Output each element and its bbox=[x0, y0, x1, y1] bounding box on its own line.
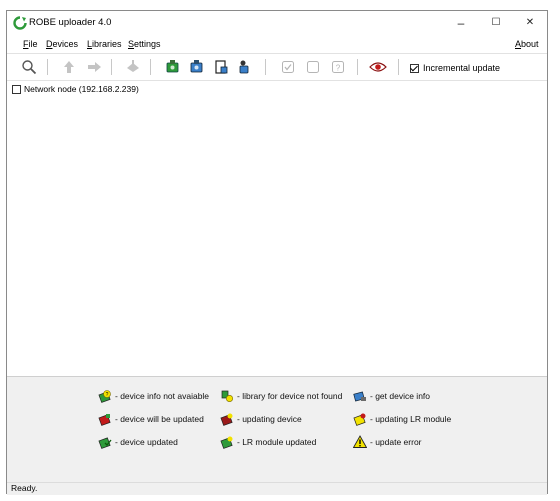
status-bar: Ready. bbox=[7, 482, 547, 495]
toolbar-separator bbox=[398, 59, 399, 75]
device-green-icon bbox=[166, 60, 179, 73]
updating-device-icon bbox=[220, 413, 233, 426]
incremental-update-option[interactable]: Incremental update bbox=[410, 63, 500, 73]
toolbar-separator bbox=[47, 59, 48, 75]
toolbar: ? Incremental update bbox=[7, 54, 547, 81]
erase-disabled-icon bbox=[127, 60, 139, 72]
get-device-info-icon bbox=[353, 391, 366, 402]
menu-settings[interactable]: Settings bbox=[128, 39, 161, 49]
maximize-button[interactable]: ☐ bbox=[481, 13, 511, 33]
svg-text:?: ? bbox=[336, 64, 341, 73]
help-button[interactable]: ? bbox=[329, 58, 347, 76]
toolbar-separator bbox=[150, 59, 151, 75]
legend-item: - updating device bbox=[220, 412, 302, 426]
incremental-update-checkbox[interactable] bbox=[410, 63, 419, 73]
toolbar-separator bbox=[111, 59, 112, 75]
device-user-icon bbox=[239, 60, 249, 74]
status-text: Ready. bbox=[11, 483, 38, 493]
updating-lr-module-icon bbox=[353, 413, 366, 426]
search-icon bbox=[22, 60, 37, 75]
legend-panel: ? - device info not avaiable - library f… bbox=[7, 376, 547, 483]
device-blue-button[interactable] bbox=[188, 58, 206, 76]
check-button[interactable] bbox=[279, 58, 297, 76]
minimize-button[interactable]: – bbox=[446, 13, 476, 33]
app-window: ROBE uploader 4.0 – ☐ ✕ File Devices Lib… bbox=[6, 10, 548, 495]
network-node-label: Network node (192.168.2.239) bbox=[24, 84, 139, 94]
menu-bar: File Devices Libraries Settings About bbox=[7, 37, 547, 54]
help-disabled-icon: ? bbox=[332, 61, 344, 73]
tree-item-network-node[interactable]: Network node (192.168.2.239) bbox=[12, 84, 139, 94]
menu-devices[interactable]: Devices bbox=[46, 39, 78, 49]
device-page-icon bbox=[215, 60, 228, 74]
legend-item: - LR module updated bbox=[220, 435, 316, 449]
menu-file[interactable]: File bbox=[23, 39, 38, 49]
menu-about[interactable]: About bbox=[515, 39, 539, 49]
download-disabled-icon bbox=[88, 62, 101, 72]
update-error-icon bbox=[353, 435, 367, 448]
device-updated-icon bbox=[98, 437, 112, 449]
device-page-button[interactable] bbox=[212, 58, 230, 76]
network-node-checkbox[interactable] bbox=[12, 84, 21, 94]
eye-icon bbox=[369, 62, 387, 72]
title-bar: ROBE uploader 4.0 – ☐ ✕ bbox=[7, 11, 547, 35]
legend-item: ? - device info not avaiable bbox=[98, 389, 209, 403]
legend-item: - device will be updated bbox=[98, 412, 204, 426]
app-logo-icon bbox=[13, 16, 27, 30]
device-blue-icon bbox=[190, 60, 203, 73]
legend-item: - updating LR module bbox=[353, 412, 451, 426]
uncheck-button[interactable] bbox=[304, 58, 322, 76]
window-title: ROBE uploader 4.0 bbox=[29, 17, 112, 28]
legend-item: - device updated bbox=[98, 435, 178, 449]
upload-button[interactable] bbox=[60, 58, 78, 76]
legend-item: - get device info bbox=[353, 389, 430, 403]
search-button[interactable] bbox=[20, 58, 38, 76]
view-button[interactable] bbox=[369, 58, 387, 76]
check-disabled-icon bbox=[282, 61, 294, 73]
legend-item: - update error bbox=[353, 435, 422, 449]
lr-module-updated-icon bbox=[220, 436, 233, 449]
toolbar-separator bbox=[265, 59, 266, 75]
library-not-found-icon bbox=[221, 390, 234, 403]
close-button[interactable]: ✕ bbox=[515, 13, 545, 33]
device-will-update-icon bbox=[98, 414, 111, 426]
device-info-unavailable-icon: ? bbox=[98, 390, 111, 403]
svg-text:?: ? bbox=[106, 392, 109, 398]
toolbar-separator bbox=[357, 59, 358, 75]
device-green-button[interactable] bbox=[164, 58, 182, 76]
device-user-button[interactable] bbox=[236, 58, 254, 76]
square-disabled-icon bbox=[307, 61, 319, 73]
incremental-update-label: Incremental update bbox=[423, 63, 501, 73]
legend-item: - library for device not found bbox=[220, 389, 342, 403]
erase-button[interactable] bbox=[124, 58, 142, 76]
upload-disabled-icon bbox=[64, 61, 74, 73]
download-button[interactable] bbox=[85, 58, 103, 76]
menu-libraries[interactable]: Libraries bbox=[87, 39, 122, 49]
device-tree[interactable]: Network node (192.168.2.239) bbox=[7, 81, 547, 374]
